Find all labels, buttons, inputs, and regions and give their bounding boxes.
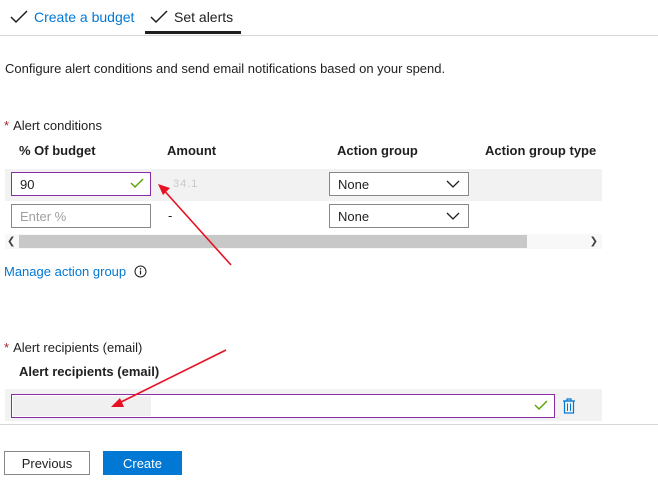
action-group-select-row1[interactable]: None [329, 172, 469, 196]
section-label: Alert recipients (email) [13, 340, 143, 355]
checkmark-icon [10, 10, 28, 24]
required-marker: * [4, 340, 10, 355]
percent-input-row1[interactable]: 90 [11, 172, 151, 196]
tab-create-budget[interactable]: Create a budget [10, 0, 134, 34]
valid-check-icon [130, 178, 144, 188]
info-icon[interactable] [134, 265, 147, 278]
checkmark-icon [150, 10, 168, 24]
page-description: Configure alert conditions and send emai… [5, 61, 446, 76]
alert-conditions-heading: * Alert conditions [4, 118, 102, 133]
tab-label: Create a budget [34, 9, 135, 25]
chevron-down-icon [446, 180, 460, 188]
scroll-left-icon[interactable]: ❮ [7, 235, 15, 248]
tab-label: Set alerts [174, 9, 234, 25]
percent-value: 90 [20, 176, 35, 192]
column-header-amount: Amount [167, 143, 217, 158]
chevron-down-icon [446, 212, 460, 220]
amount-value-row2: - [168, 208, 173, 223]
horizontal-scrollbar[interactable]: ❮ ❯ [5, 234, 602, 249]
scroll-right-icon[interactable]: ❯ [590, 235, 598, 248]
divider [0, 35, 658, 36]
recipient-email-input[interactable] [11, 394, 555, 418]
required-marker: * [4, 118, 10, 133]
column-header-recipients: Alert recipients (email) [19, 364, 160, 379]
tab-set-alerts[interactable]: Set alerts [150, 0, 233, 34]
valid-check-icon [534, 400, 548, 410]
alert-recipients-heading: * Alert recipients (email) [4, 340, 142, 355]
column-header-action-group: Action group [337, 143, 418, 158]
column-header-action-group-type: Action group type [485, 143, 597, 158]
redacted-email-blur [13, 396, 151, 416]
active-tab-indicator [145, 31, 241, 34]
section-label: Alert conditions [13, 118, 102, 133]
amount-value-row1: 34.1 [173, 178, 199, 190]
select-value: None [338, 208, 370, 224]
percent-placeholder: Enter % [20, 208, 67, 224]
create-button[interactable]: Create [103, 451, 182, 475]
delete-icon[interactable] [562, 398, 576, 414]
previous-button[interactable]: Previous [4, 451, 90, 475]
manage-action-group-link[interactable]: Manage action group [4, 264, 126, 279]
scrollbar-thumb[interactable] [19, 235, 527, 248]
manage-action-group: Manage action group [4, 264, 147, 279]
select-value: None [338, 176, 370, 192]
column-header-percent: % Of budget [19, 143, 96, 158]
action-group-select-row2[interactable]: None [329, 204, 469, 228]
percent-input-row2[interactable]: Enter % [11, 204, 151, 228]
divider [0, 424, 658, 425]
